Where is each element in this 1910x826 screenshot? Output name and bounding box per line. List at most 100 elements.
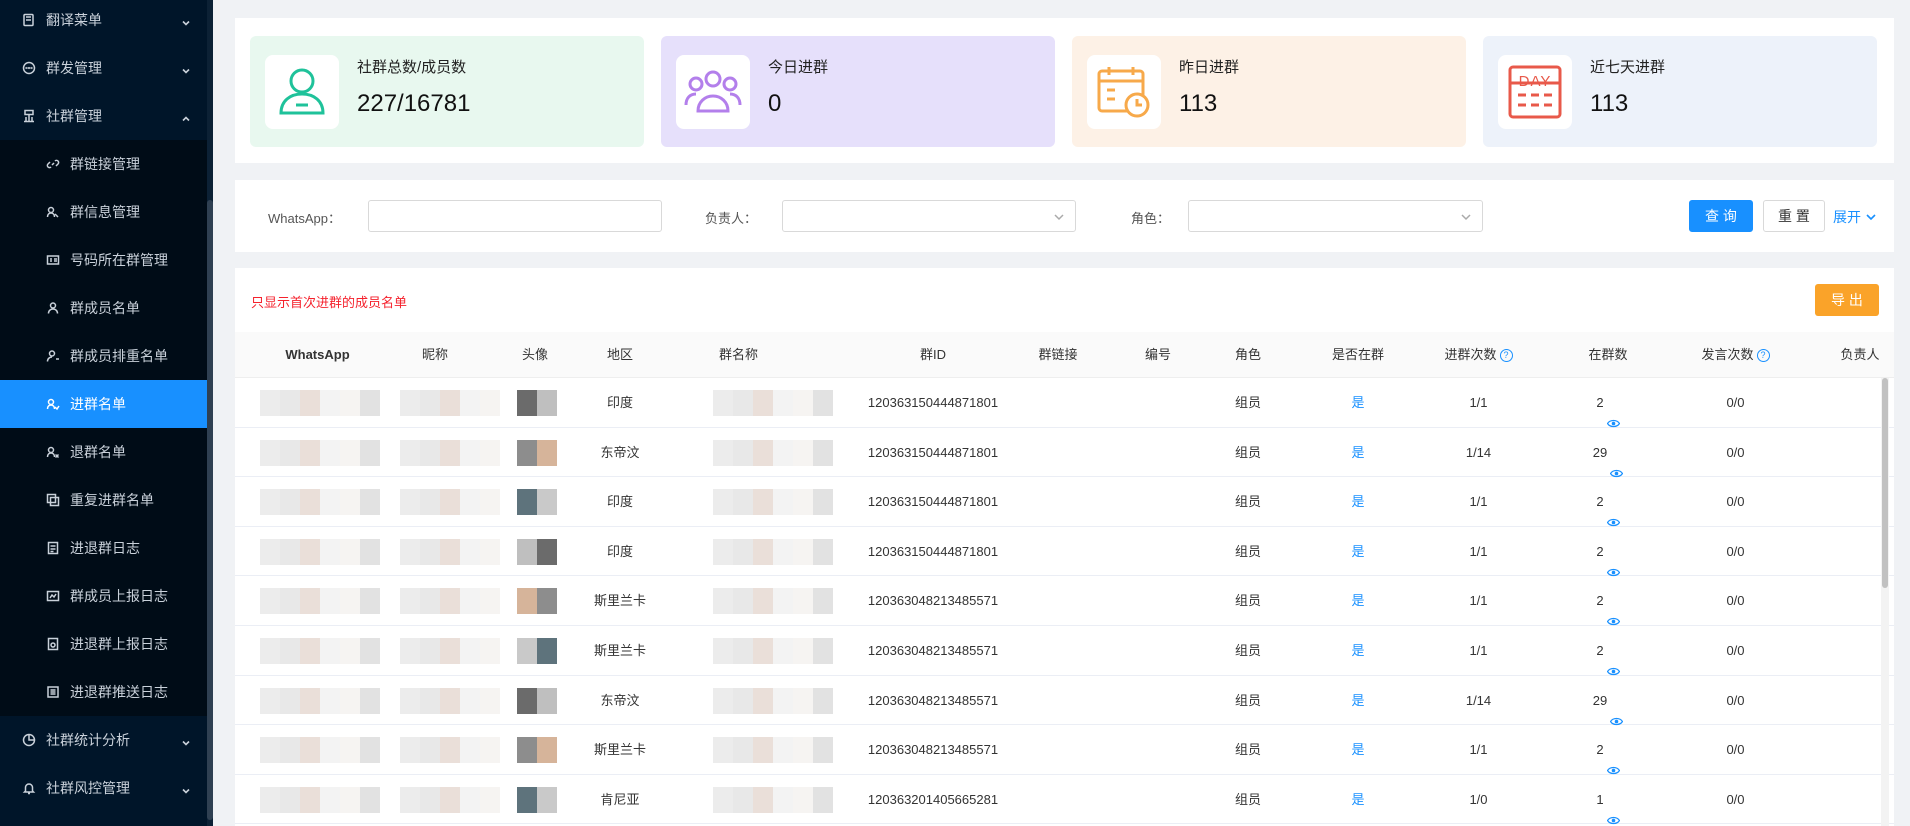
expand-toggle[interactable]: 展开 [1833, 207, 1877, 227]
redacted-block [733, 638, 753, 664]
cell-groups[interactable]: 2 [1573, 527, 1643, 576]
redacted-block [400, 489, 420, 516]
redacted-block [340, 538, 360, 565]
redacted-block [260, 390, 280, 416]
cell-role: 组员 [1223, 676, 1273, 725]
eye-icon[interactable] [1606, 399, 1620, 428]
column-header: WhatsApp [260, 332, 375, 378]
cell-text: 1/14 [1465, 692, 1492, 708]
cell-in-group[interactable]: 是 [1318, 626, 1398, 675]
cell-in-group[interactable]: 是 [1318, 775, 1398, 824]
owner-select[interactable] [782, 200, 1076, 232]
eye-icon[interactable] [1606, 746, 1620, 775]
stat-value: 227/16781 [357, 90, 471, 117]
cell-in-group[interactable]: 是 [1318, 576, 1398, 625]
cell-in-group[interactable]: 是 [1318, 676, 1398, 725]
eye-icon[interactable] [1610, 697, 1624, 725]
sidebar-item-7[interactable]: 群成员排重名单 [0, 332, 213, 380]
eye-icon[interactable] [1610, 449, 1624, 477]
cell-in-group[interactable]: 是 [1318, 378, 1398, 427]
sidebar-item-14[interactable]: 进退群推送日志 [0, 668, 213, 716]
cell-text: 组员 [1234, 643, 1261, 658]
table-scrollbar[interactable] [1881, 378, 1889, 826]
redacted-block [440, 638, 460, 664]
cell-in-group[interactable]: 是 [1318, 477, 1398, 526]
redacted-block [773, 390, 793, 416]
redacted-block [733, 786, 753, 813]
sidebar-item-15[interactable]: 社群统计分析 [0, 716, 213, 764]
sidebar-item-8[interactable]: 进群名单 [0, 380, 213, 428]
redacted-block [260, 687, 280, 714]
table-row[interactable]: 斯里兰卡 120363048213485571 组员 是 1/1 2 0/0 [235, 626, 1894, 676]
redacted-block [340, 737, 360, 764]
role-select[interactable] [1188, 200, 1483, 232]
cell-in-group[interactable]: 是 [1318, 428, 1398, 477]
redacted-block [713, 638, 733, 664]
sidebar-item-5[interactable]: 号码所在群管理 [0, 236, 213, 284]
sidebar-item-label: 进退群上报日志 [70, 636, 168, 652]
sidebar-item-9[interactable]: 退群名单 [0, 428, 213, 476]
sidebar-item-4[interactable]: 群信息管理 [0, 188, 213, 236]
table-scrollbar-thumb[interactable] [1882, 378, 1888, 588]
cell-groups[interactable]: 1 [1573, 775, 1643, 824]
redacted-block [813, 439, 833, 466]
eye-icon[interactable] [1606, 647, 1620, 676]
cell-groups[interactable]: 29 [1573, 676, 1643, 725]
sidebar-item-label: 翻译菜单 [46, 12, 102, 28]
stat-label: 昨日进群 [1179, 59, 1240, 76]
cell-in-group[interactable]: 是 [1318, 527, 1398, 576]
sidebar-scrollbar-thumb[interactable] [207, 200, 213, 820]
table-row[interactable]: 斯里兰卡 120363048213485571 组员 是 1/1 2 0/0 [235, 576, 1894, 626]
table-row[interactable]: 印度 120363150444871801 组员 是 1/1 2 0/0 [235, 378, 1894, 428]
sidebar-item-3[interactable]: 群链接管理 [0, 140, 213, 188]
sidebar-item-13[interactable]: 进退群上报日志 [0, 620, 213, 668]
sidebar-item-16[interactable]: 社群风控管理 [0, 764, 213, 812]
cell-in-group[interactable]: 是 [1318, 725, 1398, 774]
cell-groups[interactable]: 2 [1573, 378, 1643, 428]
duplicate-icon [46, 493, 60, 507]
cell-text: 东帝汶 [600, 692, 640, 708]
sidebar-item-11[interactable]: 进退群日志 [0, 524, 213, 572]
table-row[interactable]: 东帝汶 120363150444871801 组员 是 1/14 29 0/0 [235, 428, 1894, 478]
table-row[interactable]: 印度 120363150444871801 组员 是 1/1 2 0/0 [235, 477, 1894, 527]
redacted-block [400, 638, 420, 664]
eye-icon[interactable] [1606, 548, 1620, 576]
eye-icon[interactable] [1606, 498, 1620, 527]
help-icon[interactable]: ? [1756, 348, 1770, 362]
table-row[interactable]: 斯里兰卡 120363048213485571 组员 是 1/1 2 0/0 [235, 725, 1894, 775]
table-row[interactable]: 东帝汶 120363048213485571 组员 是 1/14 29 0/0 [235, 676, 1894, 726]
redacted-block [320, 538, 340, 565]
table-row[interactable]: 印度 120363150444871801 组员 是 1/1 2 0/0 [235, 527, 1894, 577]
cell-groups[interactable]: 2 [1573, 725, 1643, 775]
help-icon[interactable]: ? [1499, 348, 1513, 362]
redacted-block [300, 687, 320, 714]
table-row[interactable]: 肯尼亚 120363201405665281 组员 是 1/0 1 0/0 [235, 775, 1894, 825]
cell-joins: 1/1 [1431, 477, 1526, 526]
sidebar-item-12[interactable]: 群成员上报日志 [0, 572, 213, 620]
sidebar-item-0[interactable]: 翻译菜单 [0, 0, 213, 44]
cell-groups[interactable]: 2 [1573, 477, 1643, 527]
redacted-block [713, 737, 733, 764]
eye-icon[interactable] [1606, 597, 1620, 626]
search-button[interactable]: 查 询 [1689, 200, 1753, 232]
cell-joins: 1/1 [1431, 576, 1526, 625]
redacted-block [460, 588, 480, 615]
reset-button[interactable]: 重 置 [1763, 200, 1825, 232]
cell-groups[interactable]: 29 [1573, 428, 1643, 477]
column-header: 群ID [853, 332, 1013, 378]
sidebar-item-2[interactable]: 社群管理 [0, 92, 213, 140]
column-header: 群链接 [1023, 332, 1093, 378]
export-button[interactable]: 导 出 [1815, 284, 1879, 316]
sidebar-scrollbar[interactable] [207, 0, 213, 826]
sidebar-item-10[interactable]: 重复进群名单 [0, 476, 213, 524]
cell-groups[interactable]: 2 [1573, 626, 1643, 676]
table-note: 只显示首次进群的成员名单 [251, 295, 408, 310]
redacted-block [460, 390, 480, 416]
whatsapp-input[interactable] [368, 200, 662, 232]
redacted-block [320, 390, 340, 416]
sidebar-item-6[interactable]: 群成员名单 [0, 284, 213, 332]
cell-groups[interactable]: 2 [1573, 576, 1643, 626]
sidebar-item-1[interactable]: 群发管理 [0, 44, 213, 92]
eye-icon[interactable] [1606, 796, 1620, 824]
redacted-block [480, 538, 500, 565]
